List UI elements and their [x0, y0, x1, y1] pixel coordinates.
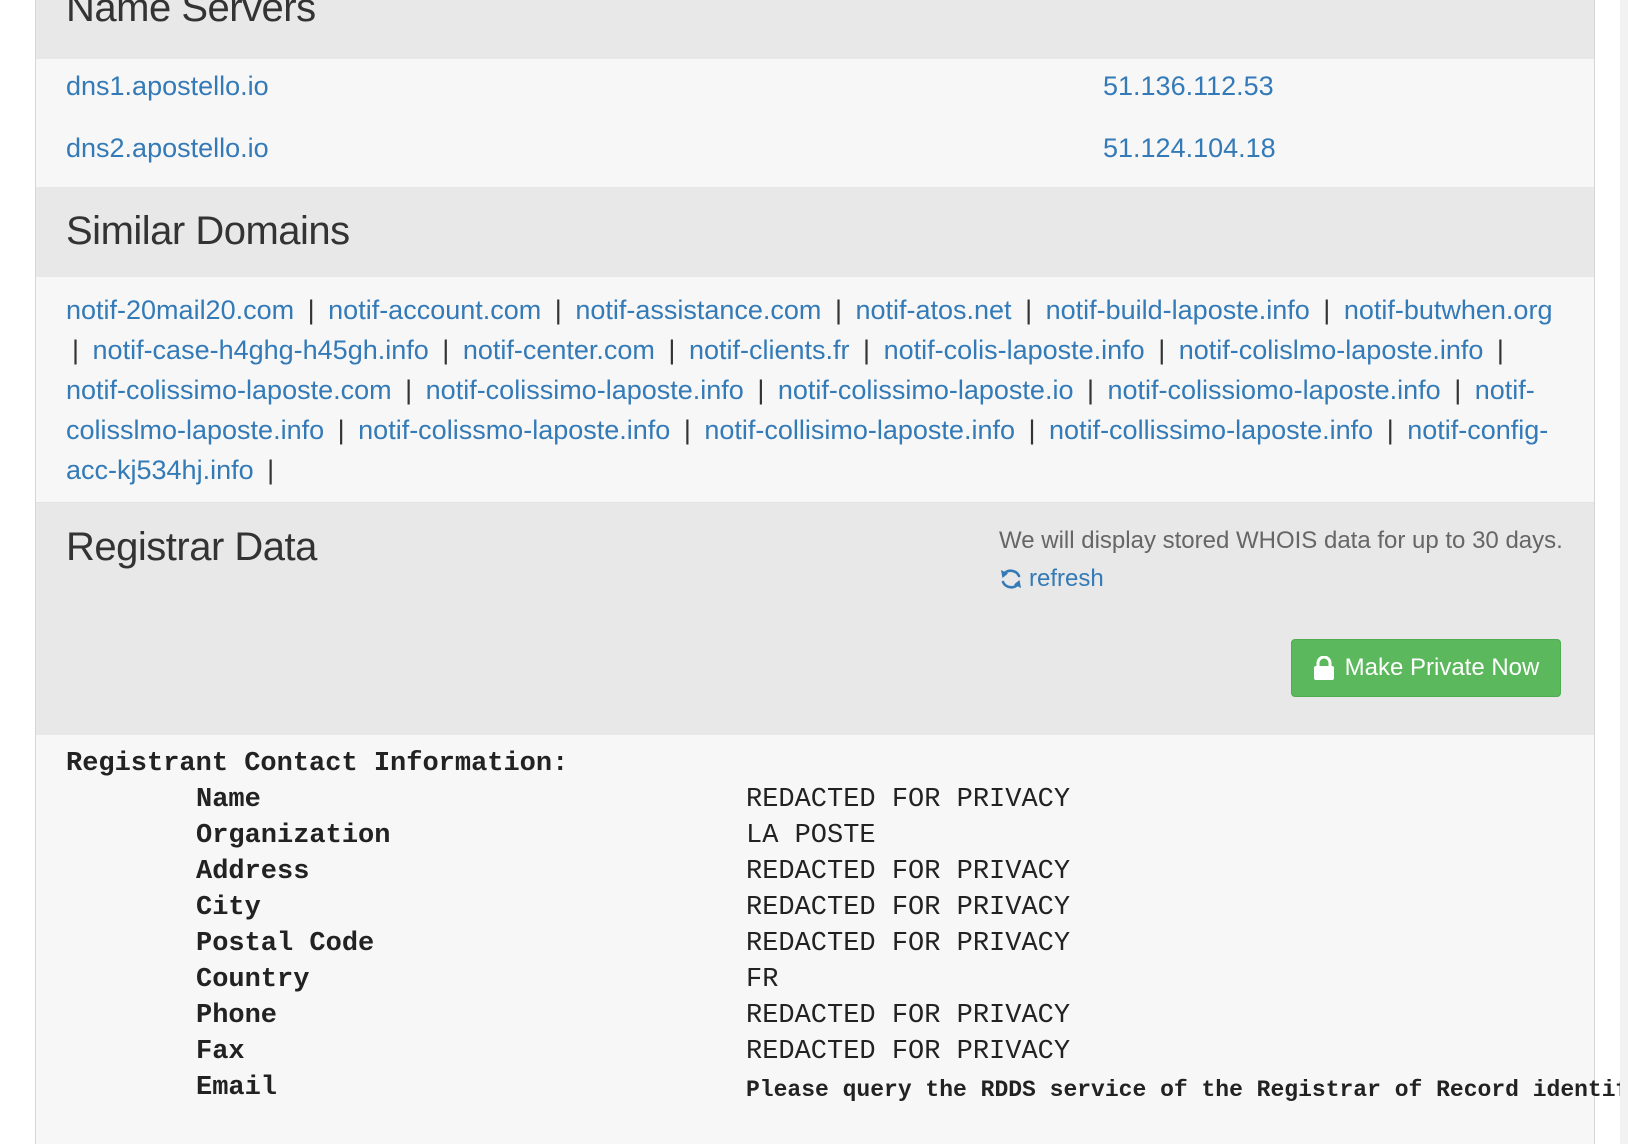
- similar-domain-link[interactable]: notif-colissimo-laposte.com: [66, 375, 392, 405]
- whois-key: Organization: [196, 821, 391, 851]
- whois-value: REDACTED FOR PRIVACY: [746, 893, 1071, 923]
- whois-value: LA POSTE: [746, 821, 876, 851]
- whois-key: Name: [196, 785, 261, 815]
- whois-value: REDACTED FOR PRIVACY: [746, 785, 1071, 815]
- similar-domain-link[interactable]: notif-colissimo-laposte.io: [778, 375, 1074, 405]
- whois-value: FR: [746, 965, 779, 995]
- similar-domains-title: Similar Domains: [66, 209, 350, 253]
- domain-separator: |: [668, 335, 676, 365]
- domain-separator: |: [267, 455, 275, 485]
- whois-panel: Name Servers dns1.apostello.io 51.136.11…: [35, 0, 1628, 1144]
- similar-domain-link[interactable]: notif-account.com: [328, 295, 541, 325]
- make-private-now-button[interactable]: Make Private Now: [1291, 639, 1561, 697]
- registrar-data-heading: Registrar Data We will display stored WH…: [36, 503, 1594, 735]
- domain-separator: |: [683, 415, 691, 445]
- make-private-now-label: Make Private Now: [1344, 654, 1540, 681]
- scrollbar-track[interactable]: [1620, 0, 1628, 1144]
- domain-separator: |: [834, 295, 842, 325]
- name-server-host-link[interactable]: dns1.apostello.io: [66, 71, 269, 102]
- similar-domain-link[interactable]: notif-atos.net: [855, 295, 1011, 325]
- domain-separator: |: [554, 295, 562, 325]
- domain-separator: |: [757, 375, 765, 405]
- similar-domain-link[interactable]: notif-clients.fr: [689, 335, 850, 365]
- name-server-ip-link[interactable]: 51.136.112.53: [1103, 71, 1274, 102]
- refresh-link[interactable]: refresh: [999, 565, 1104, 593]
- whois-record: Registrant Contact Information: Name RED…: [36, 735, 1628, 1144]
- similar-domains-body: notif-20mail20.com | notif-account.com |…: [36, 277, 1594, 503]
- similar-domains-heading: Similar Domains: [36, 187, 1594, 277]
- whois-value: Please query the RDDS service of the Reg…: [746, 1077, 1628, 1103]
- similar-domain-link[interactable]: notif-center.com: [463, 335, 655, 365]
- similar-domain-link[interactable]: notif-collisimo-laposte.info: [704, 415, 1015, 445]
- similar-domain-link[interactable]: notif-colissiomo-laposte.info: [1108, 375, 1441, 405]
- whois-value: REDACTED FOR PRIVACY: [746, 1037, 1071, 1067]
- whois-key: Postal Code: [196, 929, 375, 959]
- registrant-contact-header: Registrant Contact Information:: [66, 749, 569, 779]
- whois-key: Country: [196, 965, 310, 995]
- refresh-label: refresh: [1029, 565, 1104, 592]
- domain-separator: |: [1158, 335, 1166, 365]
- name-servers-list: dns1.apostello.io 51.136.112.53 dns2.apo…: [36, 59, 1594, 187]
- similar-domain-link[interactable]: notif-build-laposte.info: [1046, 295, 1310, 325]
- domain-separator: |: [863, 335, 871, 365]
- name-servers-heading: Name Servers: [36, 0, 1594, 59]
- domain-separator: |: [1025, 295, 1033, 325]
- similar-domain-link[interactable]: notif-butwhen.org: [1344, 295, 1553, 325]
- domain-separator: |: [337, 415, 345, 445]
- whois-key: Email: [196, 1073, 278, 1103]
- similar-domain-link[interactable]: notif-collissimo-laposte.info: [1049, 415, 1373, 445]
- similar-domain-link[interactable]: notif-colislmo-laposte.info: [1179, 335, 1484, 365]
- similar-domain-link[interactable]: notif-colis-laposte.info: [884, 335, 1145, 365]
- registrar-data-title: Registrar Data: [66, 525, 317, 569]
- domain-separator: |: [1028, 415, 1036, 445]
- domain-separator: |: [1386, 415, 1394, 445]
- whois-key: Address: [196, 857, 310, 887]
- whois-value: REDACTED FOR PRIVACY: [746, 929, 1071, 959]
- whois-key: City: [196, 893, 261, 923]
- whois-value: REDACTED FOR PRIVACY: [746, 857, 1071, 887]
- whois-value: REDACTED FOR PRIVACY: [746, 1001, 1071, 1031]
- similar-domain-link[interactable]: notif-colissmo-laposte.info: [358, 415, 670, 445]
- name-server-ip-link[interactable]: 51.124.104.18: [1103, 133, 1276, 164]
- similar-domain-link[interactable]: notif-assistance.com: [575, 295, 821, 325]
- whois-row: Organization LA POSTE: [66, 821, 1626, 857]
- similar-domain-link[interactable]: notif-case-h4ghg-h45gh.info: [93, 335, 429, 365]
- lock-icon: [1313, 656, 1334, 680]
- domain-separator: |: [1454, 375, 1462, 405]
- whois-retention-note: We will display stored WHOIS data for up…: [999, 527, 1563, 554]
- domain-separator: |: [405, 375, 413, 405]
- whois-row: Name REDACTED FOR PRIVACY: [66, 785, 1626, 821]
- name-servers-title: Name Servers: [66, 0, 316, 30]
- whois-row: Address REDACTED FOR PRIVACY: [66, 857, 1626, 893]
- whois-row: Country FR: [66, 965, 1626, 1001]
- domain-separator: |: [1496, 335, 1504, 365]
- whois-key: Fax: [196, 1037, 245, 1067]
- whois-key: Phone: [196, 1001, 278, 1031]
- whois-row: City REDACTED FOR PRIVACY: [66, 893, 1626, 929]
- domain-separator: |: [1086, 375, 1094, 405]
- similar-domain-link[interactable]: notif-20mail20.com: [66, 295, 294, 325]
- domain-separator: |: [72, 335, 80, 365]
- whois-row: Phone REDACTED FOR PRIVACY: [66, 1001, 1626, 1037]
- whois-row: Email Please query the RDDS service of t…: [66, 1073, 1628, 1109]
- similar-domain-link[interactable]: notif-colissimo-laposte.info: [426, 375, 744, 405]
- similar-domains-list: notif-20mail20.com | notif-account.com |…: [66, 290, 1571, 490]
- domain-separator: |: [442, 335, 450, 365]
- whois-row: Postal Code REDACTED FOR PRIVACY: [66, 929, 1626, 965]
- refresh-icon: [1001, 569, 1021, 589]
- name-server-host-link[interactable]: dns2.apostello.io: [66, 133, 269, 164]
- domain-separator: |: [307, 295, 315, 325]
- whois-row: Fax REDACTED FOR PRIVACY: [66, 1037, 1626, 1073]
- domain-separator: |: [1323, 295, 1331, 325]
